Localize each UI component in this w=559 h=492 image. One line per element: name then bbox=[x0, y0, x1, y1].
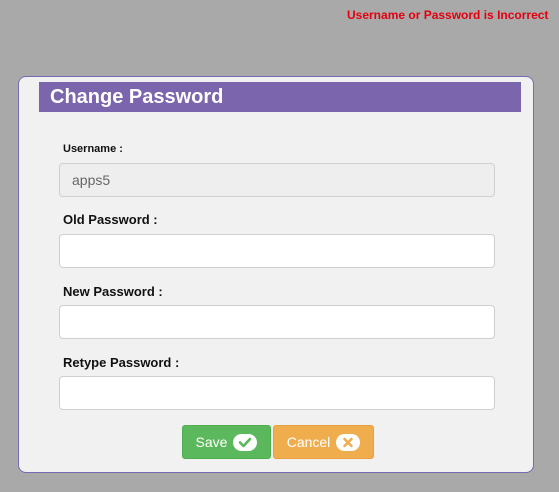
check-circle-icon bbox=[233, 433, 258, 451]
change-password-panel: Change Password Username : Old Password … bbox=[18, 76, 534, 473]
retype-password-label: Retype Password : bbox=[63, 355, 180, 370]
username-label: Username : bbox=[63, 143, 123, 155]
x-circle-icon bbox=[336, 433, 361, 451]
username-field bbox=[59, 163, 495, 197]
old-password-field[interactable] bbox=[59, 234, 495, 268]
error-message: Username or Password is Incorrect bbox=[347, 8, 549, 22]
cancel-button[interactable]: Cancel bbox=[273, 425, 374, 459]
new-password-field[interactable] bbox=[59, 305, 495, 339]
cancel-button-label: Cancel bbox=[286, 434, 331, 450]
panel-header: Change Password bbox=[39, 82, 521, 112]
save-button-label: Save bbox=[195, 434, 228, 450]
save-button[interactable]: Save bbox=[182, 425, 271, 459]
new-password-label: New Password : bbox=[63, 284, 163, 299]
retype-password-field[interactable] bbox=[59, 376, 495, 410]
old-password-label: Old Password : bbox=[63, 212, 158, 227]
page-title: Change Password bbox=[50, 86, 224, 108]
